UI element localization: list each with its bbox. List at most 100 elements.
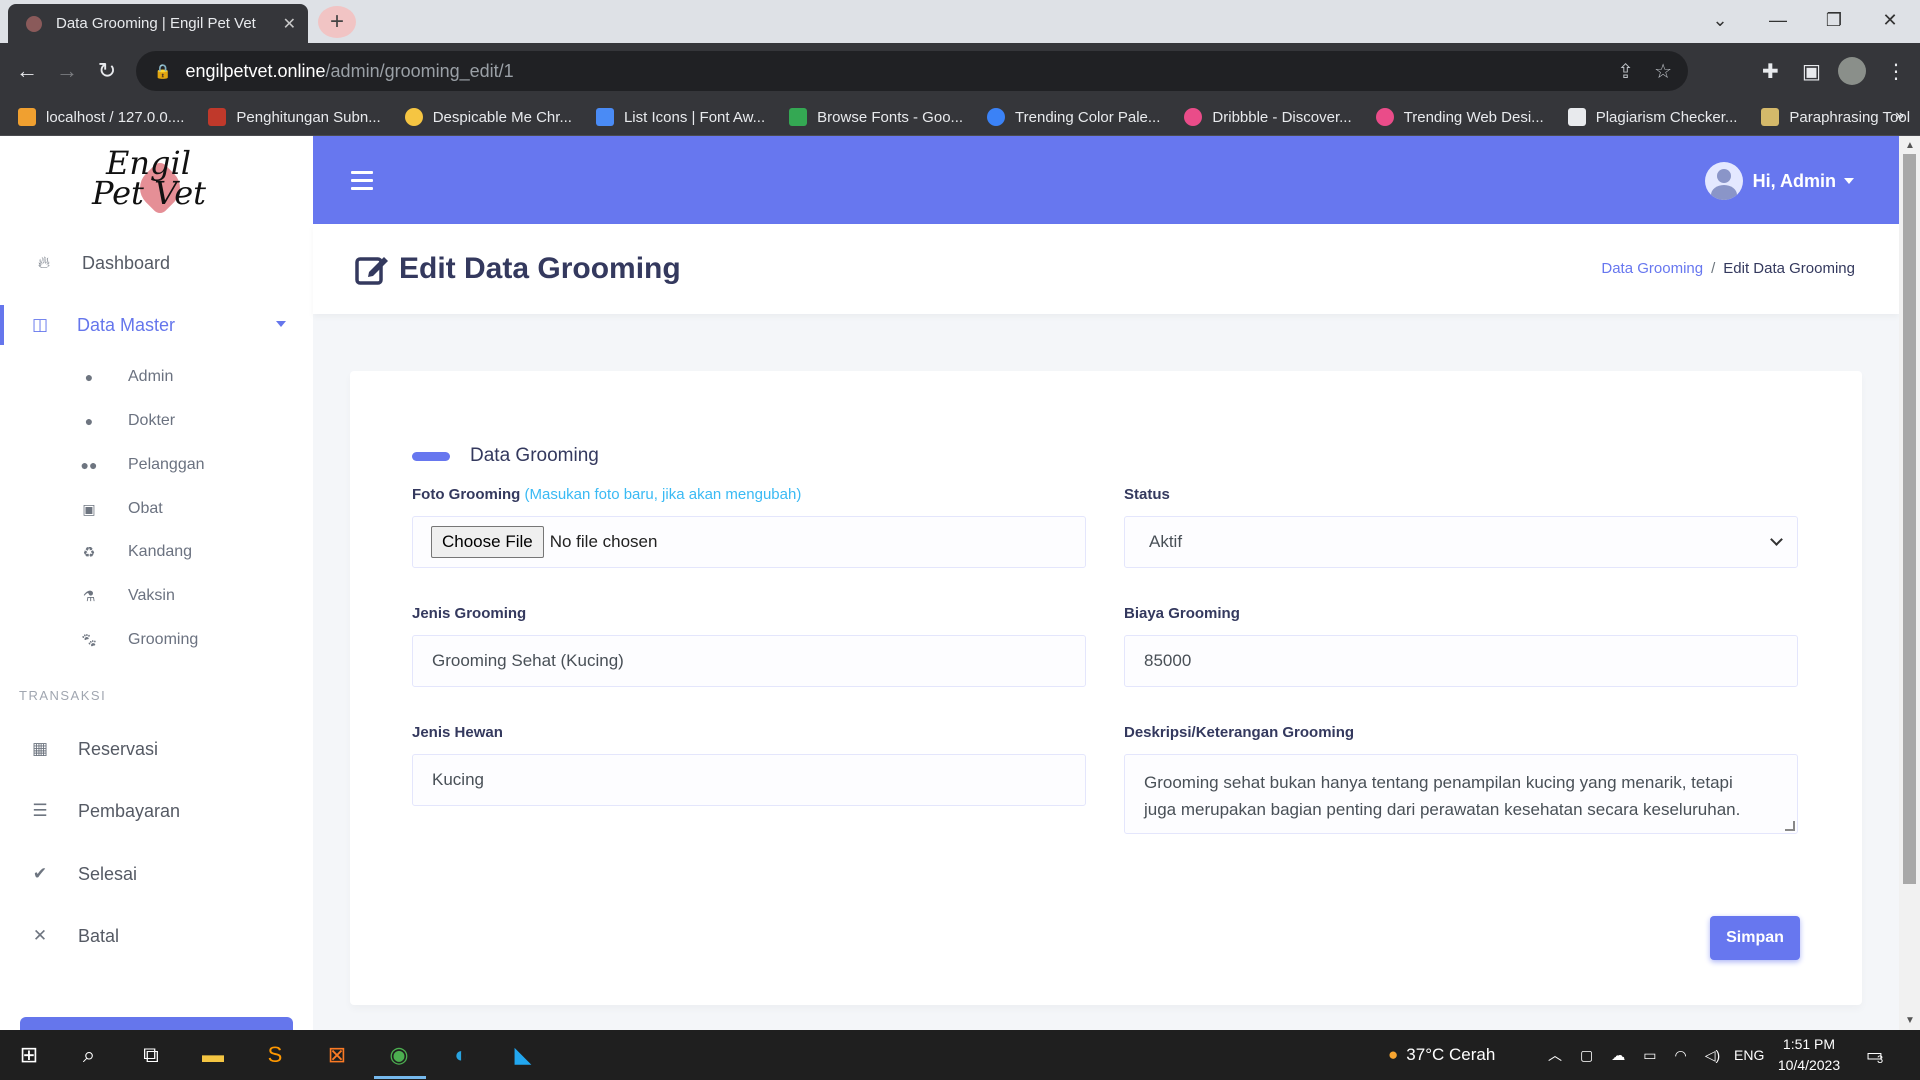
bookmark-label: Plagiarism Checker... <box>1595 108 1738 126</box>
new-tab-button[interactable]: + <box>318 6 356 38</box>
scroll-up-icon[interactable]: ▲ <box>1905 140 1915 151</box>
battery-icon[interactable]: ▭ <box>1643 1047 1656 1064</box>
share-icon[interactable]: ⇪ <box>1617 59 1634 84</box>
bookmark-star-icon[interactable]: ☆ <box>1654 59 1672 84</box>
choose-file-button[interactable]: Choose File <box>431 526 544 558</box>
bookmark-item[interactable]: Browse Fonts - Goo... <box>789 108 963 126</box>
sublime-text-icon[interactable]: S <box>260 1040 290 1070</box>
back-button[interactable]: ← <box>12 56 42 86</box>
chrome-icon[interactable]: ◉ <box>384 1040 414 1070</box>
bookmark-label: Penghitungan Subn... <box>236 108 381 126</box>
hamburger-menu-icon[interactable] <box>351 171 373 195</box>
notifications-icon[interactable]: ▭ 3 <box>1866 1030 1883 1080</box>
network-warning-icon[interactable]: ☁ <box>1611 1047 1625 1064</box>
sidebar-bottom-button[interactable] <box>20 1017 293 1030</box>
sidebar-item-selesai[interactable]: ✔ Selesai <box>0 854 313 894</box>
foto-file-input[interactable]: Choose File No file chosen <box>412 516 1086 568</box>
browser-tab[interactable]: Data Grooming | Engil Pet Vet ✕ <box>8 4 308 43</box>
side-panel-icon[interactable]: ▣ <box>1802 59 1821 84</box>
page-scrollbar[interactable]: ▲ ▼ <box>1899 136 1920 1030</box>
jenis-hewan-input[interactable]: Kucing <box>412 754 1086 806</box>
reload-button[interactable]: ↻ <box>92 56 122 86</box>
biaya-grooming-value: 85000 <box>1144 651 1192 670</box>
sidebar-subitem-grooming[interactable]: 🐾︎ Grooming <box>0 623 313 657</box>
deskripsi-label: Deskripsi/Keterangan Grooming <box>1124 724 1355 741</box>
sidebar-item-dashboard[interactable]: 🔥︎ Dashboard <box>0 243 313 283</box>
jenis-grooming-input[interactable]: Grooming Sehat (Kucing) <box>412 635 1086 687</box>
notification-count: 3 <box>1877 1054 1884 1066</box>
jenis-grooming-value: Grooming Sehat (Kucing) <box>432 651 624 670</box>
show-hidden-icons-icon[interactable]: ︿ <box>1548 1045 1562 1065</box>
sidebar-item-label: Admin <box>128 368 174 385</box>
lock-icon: 🔒 <box>154 62 172 79</box>
user-dropdown[interactable]: Hi, Admin <box>1704 162 1854 200</box>
bookmark-item[interactable]: Penghitungan Subn... <box>208 108 381 126</box>
sidebar-item-label: Dashboard <box>82 252 171 273</box>
search-icon[interactable]: ⌕ <box>74 1040 104 1070</box>
sidebar-item-data-master[interactable]: ◫ Data Master <box>0 305 313 345</box>
chevron-down-icon <box>1770 533 1783 546</box>
scroll-down-icon[interactable]: ▼ <box>1905 1015 1915 1026</box>
xampp-icon[interactable]: ⊠ <box>322 1040 352 1070</box>
close-window-button[interactable]: ✕ <box>1862 0 1918 40</box>
bookmark-item[interactable]: Trending Web Desi... <box>1375 108 1544 126</box>
windows-start-icon[interactable]: ⊞ <box>14 1040 44 1070</box>
system-clock[interactable]: 1:51 PM 10/4/2023 <box>1770 1034 1848 1076</box>
bookmark-item[interactable]: Dribbble - Discover... <box>1184 108 1352 126</box>
biaya-grooming-input[interactable]: 85000 <box>1124 635 1798 687</box>
menu-kebab-icon[interactable]: ⋮ <box>1886 59 1906 84</box>
scrollbar-thumb[interactable] <box>1903 154 1916 884</box>
breadcrumb-link[interactable]: Data Grooming <box>1601 260 1703 277</box>
breadcrumb: Data Grooming / Edit Data Grooming <box>1601 260 1855 277</box>
sidebar-subitem-vaksin[interactable]: ⚗ Vaksin <box>0 579 313 613</box>
close-tab-icon[interactable]: ✕ <box>283 14 296 34</box>
sidebar-subitem-obat[interactable]: ▣ Obat <box>0 492 313 526</box>
file-explorer-icon[interactable]: ▬ <box>198 1040 228 1070</box>
bookmark-item[interactable]: Plagiarism Checker... <box>1567 108 1738 126</box>
weather-widget[interactable]: ● 37°C Cerah <box>1388 1030 1495 1080</box>
sidebar-subitem-kandang[interactable]: ♻ Kandang <box>0 535 313 569</box>
edge-icon[interactable]: ◐ <box>446 1040 476 1070</box>
caret-down-icon <box>1844 178 1854 184</box>
medkit-icon: ▣ <box>82 500 96 517</box>
bookmark-label: Despicable Me Chr... <box>432 108 572 126</box>
simpan-button[interactable]: Simpan <box>1710 916 1800 960</box>
sidebar-item-label: Dokter <box>128 412 176 429</box>
bookmark-icon <box>18 108 36 126</box>
sidebar-subitem-admin[interactable]: ● Admin <box>0 360 313 394</box>
deskripsi-textarea[interactable]: Grooming sehat bukan hanya tentang penam… <box>1124 754 1798 834</box>
bookmark-item[interactable]: Despicable Me Chr... <box>404 108 572 126</box>
address-bar[interactable]: 🔒 engilpetvet.online/admin/grooming_edit… <box>136 51 1688 91</box>
bookmark-item[interactable]: List Icons | Font Aw... <box>595 108 765 126</box>
sidebar-item-reservasi[interactable]: ▦ Reservasi <box>0 729 313 769</box>
forward-button[interactable]: → <box>52 56 82 86</box>
vscode-icon[interactable]: ◣ <box>508 1040 538 1070</box>
tab-search-icon[interactable]: ⌄ <box>1692 0 1748 40</box>
bookmark-item[interactable]: Paraphrasing Tool <box>1761 108 1910 126</box>
maximize-button[interactable]: ❐ <box>1806 0 1862 40</box>
logo-text-line2: Pet Vet <box>92 174 207 212</box>
sidebar-item-label: Reservasi <box>78 738 159 759</box>
sidebar-item-pembayaran[interactable]: ☰ Pembayaran <box>0 791 313 831</box>
bookmark-label: Dribbble - Discover... <box>1212 108 1352 126</box>
profile-avatar[interactable] <box>1838 57 1866 85</box>
bookmarks-overflow-icon[interactable]: » <box>1895 107 1904 125</box>
deskripsi-text-line: Grooming sehat bukan hanya tentang penam… <box>1144 773 1733 792</box>
title-accent-pill <box>412 451 450 461</box>
bookmark-item[interactable]: localhost / 127.0.0.... <box>18 108 184 126</box>
language-indicator[interactable]: ENG <box>1734 1030 1764 1080</box>
extensions-icon[interactable]: ✚ <box>1762 59 1779 84</box>
status-select[interactable]: Aktif <box>1124 516 1798 568</box>
wifi-icon[interactable]: ◠ <box>1674 1047 1686 1064</box>
status-selected-value: Aktif <box>1149 532 1183 551</box>
task-view-icon[interactable]: ⧉ <box>136 1040 166 1070</box>
meet-now-icon[interactable]: ▢ <box>1580 1047 1593 1064</box>
brand-logo[interactable]: Engil Pet Vet <box>84 144 244 220</box>
minimize-button[interactable]: — <box>1750 0 1806 40</box>
bookmark-item[interactable]: Trending Color Pale... <box>987 108 1160 126</box>
volume-icon[interactable]: ◁) <box>1705 1047 1720 1064</box>
sidebar-subitem-pelanggan[interactable]: ●● Pelanggan <box>0 448 313 482</box>
sidebar-item-batal[interactable]: ✕ Batal <box>0 916 313 956</box>
resize-handle-icon[interactable] <box>1785 821 1795 831</box>
sidebar-subitem-dokter[interactable]: ● Dokter <box>0 404 313 438</box>
